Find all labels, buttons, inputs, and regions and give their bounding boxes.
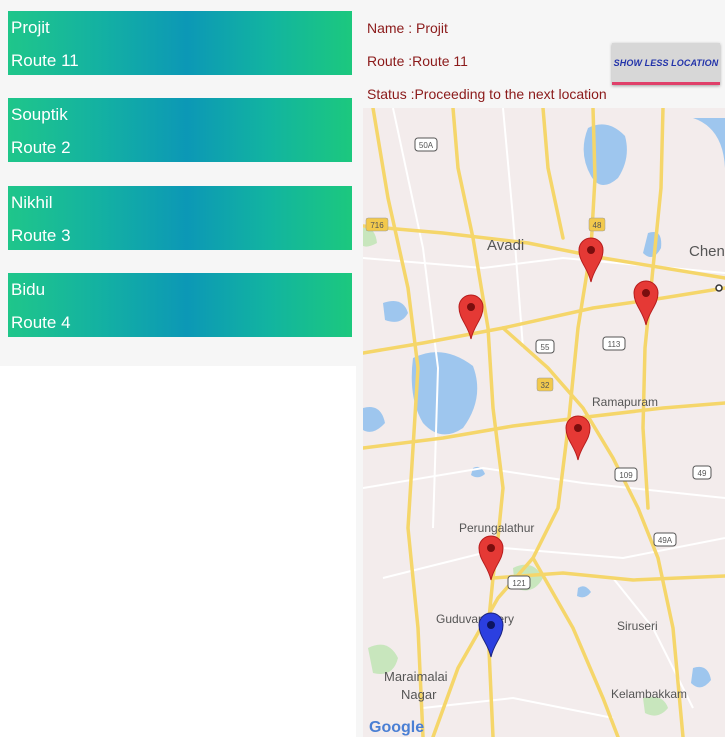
shield-label: 49 (698, 469, 707, 478)
route-card-route: Route 11 (11, 51, 79, 70)
shield-label: 113 (608, 340, 621, 349)
route-markers (458, 237, 659, 658)
google-attribution-logo: Google (369, 719, 424, 736)
route-card-name: Souptik (11, 105, 68, 124)
map-view[interactable]: 50A 716 48 55 113 32 109 49 49A 121 Avad… (363, 108, 725, 737)
shield-label: 109 (619, 471, 633, 480)
major-roads (363, 108, 725, 737)
route-detail-panel: Name : Projit Route :Route 11 Status :Pr… (356, 0, 725, 737)
detail-name: Name : Projit (367, 20, 448, 36)
place-chennai: Chen (689, 243, 725, 260)
shield-label: 50A (419, 141, 434, 150)
route-card-route: Route 3 (11, 226, 71, 245)
route-card-name: Projit (11, 18, 50, 37)
shield-label: 716 (370, 221, 384, 230)
route-card-name: Bidu (11, 280, 46, 299)
place-siruseri: Siruseri (617, 619, 658, 633)
place-maraimalai: Maraimalai (384, 669, 448, 684)
detail-status: Status :Proceeding to the next location (367, 86, 607, 102)
route-list: Projit Route 11 Souptik Route 2 Nikhil R… (0, 0, 356, 366)
place-ramapuram: Ramapuram (592, 395, 658, 409)
map-canvas: 50A 716 48 55 113 32 109 49 49A 121 Avad… (363, 108, 725, 737)
map-marker-icon[interactable] (578, 237, 604, 283)
route-card-route: Route 2 (11, 138, 71, 157)
route-card-projit[interactable]: Projit Route 11 (8, 11, 352, 75)
map-marker-icon[interactable] (478, 535, 504, 581)
city-dot (715, 284, 723, 292)
route-card-bidu[interactable]: Bidu Route 4 (8, 273, 352, 337)
route-card-souptik[interactable]: Souptik Route 2 (8, 98, 352, 162)
current-location-marker-icon[interactable] (478, 612, 504, 658)
shield-label: 48 (593, 221, 602, 230)
shield-label: 121 (512, 579, 526, 588)
shield-label: 32 (541, 381, 550, 390)
place-perungalathur: Perungalathur (459, 521, 534, 535)
place-avadi: Avadi (487, 237, 524, 254)
shield-label: 49A (658, 536, 673, 545)
shield-label: 55 (541, 343, 550, 352)
map-marker-icon[interactable] (633, 280, 659, 326)
route-card-nikhil[interactable]: Nikhil Route 3 (8, 186, 352, 250)
detail-route: Route :Route 11 (367, 53, 468, 69)
show-less-location-button[interactable]: SHOW LESS LOCATION (612, 43, 720, 85)
route-card-name: Nikhil (11, 193, 53, 212)
route-card-route: Route 4 (11, 313, 71, 332)
map-marker-icon[interactable] (565, 415, 591, 461)
place-kelambakkam: Kelambakkam (611, 687, 687, 701)
place-nagar: Nagar (401, 687, 437, 702)
